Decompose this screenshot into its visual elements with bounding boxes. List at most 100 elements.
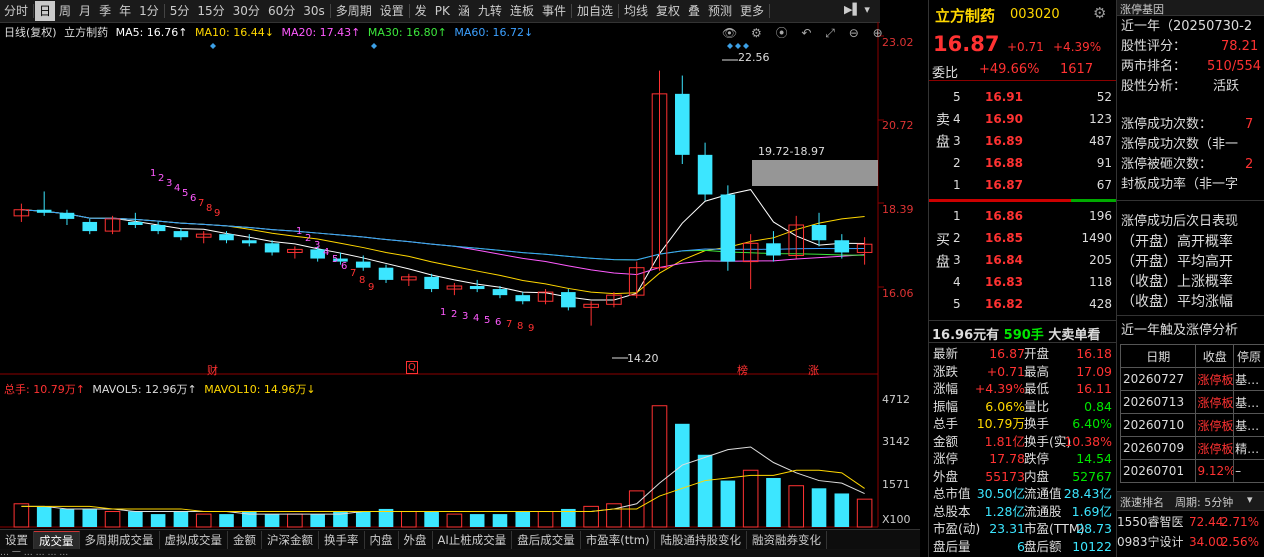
toolbar-item-25[interactable]: 更多 xyxy=(736,1,768,21)
indicator-tab-11[interactable]: 市盈率(ttm) xyxy=(581,531,656,549)
limitup-analysis: 股性分析： 活跃 xyxy=(1121,77,1264,97)
table-header: 收盘 xyxy=(1195,344,1235,368)
indicator-tab-12[interactable]: 陆股通持股变化 xyxy=(655,531,747,549)
toolbar-item-0[interactable]: 分时 xyxy=(0,1,32,21)
order-book-row[interactable]: 1 16.86 196 xyxy=(929,207,1116,225)
toolbar-item-11[interactable]: 30s xyxy=(299,1,329,21)
volume-bar xyxy=(742,469,759,528)
td-seq-number: 2 xyxy=(305,233,312,244)
toolbar-item-7[interactable]: 5分 xyxy=(166,1,194,21)
order-book-row[interactable]: 4 16.90 123 xyxy=(929,110,1116,128)
stat-label: 流通股 xyxy=(1024,503,1062,519)
table-row[interactable]: 20260710 涨停板 基… xyxy=(1119,413,1264,437)
indicator-tab-10[interactable]: 盘后成交量 xyxy=(512,531,581,549)
ma-title: 日线(复权) xyxy=(4,26,57,39)
toolbar-item-17[interactable]: 九转 xyxy=(474,1,506,21)
order-level: 5 xyxy=(953,297,961,311)
indicator-tab-6[interactable]: 换手率 xyxy=(319,531,365,549)
stat-label: 流通值 xyxy=(1024,486,1062,501)
ma20-label: MA20: 17.43↑ xyxy=(281,26,361,39)
toolbar-item-22[interactable]: 复权 xyxy=(652,1,684,21)
order-book-row[interactable]: 3 16.84 205 xyxy=(929,251,1116,269)
stat-label: 最新 xyxy=(933,346,959,361)
candle-body xyxy=(82,221,98,232)
toolbar-item-19[interactable]: 事件 xyxy=(538,1,570,21)
period-toolbar: 分时日周月季年 1分 5分 15分 30分 60分 30s 多周期 设置发 PK 涵九转 连板 事件 加自… xyxy=(0,0,880,23)
indicator-tab-2[interactable]: 多周期成交量 xyxy=(80,531,160,549)
candle-body xyxy=(355,261,371,268)
order-volume: 196 xyxy=(1089,209,1112,223)
volume-bar xyxy=(583,505,599,528)
order-book-row[interactable]: 1 16.87 67 xyxy=(929,176,1116,194)
kline-chart[interactable] xyxy=(0,22,920,532)
table-row[interactable]: 20260709 涨停板 精… xyxy=(1119,436,1264,460)
stat-label: 外盘 xyxy=(933,468,959,484)
candle-body xyxy=(36,209,52,213)
td-seq-number: 3 xyxy=(314,240,321,251)
toolbar-item-21[interactable]: 均线 xyxy=(620,1,652,21)
table-cell: 20260727 xyxy=(1119,367,1197,391)
y-label-2: 20.72 xyxy=(882,119,914,132)
indicator-tab-5[interactable]: 沪深金额 xyxy=(262,531,319,549)
order-book-row[interactable]: 5 16.91 52 xyxy=(929,88,1116,106)
toolbar-item-15[interactable]: PK xyxy=(431,1,454,21)
speed-period[interactable]: 周期: 5分钟 xyxy=(1175,494,1233,510)
toolbar-item-23[interactable]: 叠 xyxy=(684,1,704,21)
toolbar-item-4[interactable]: 季 xyxy=(95,1,115,21)
chart-tools[interactable]: 👁 ⚙ ⦿ ↶ ⤢ ⊖ ⊕ xyxy=(722,24,888,41)
toolbar-item-20[interactable]: 加自选 xyxy=(573,1,617,21)
divider xyxy=(1117,200,1264,201)
indicator-tab-3[interactable]: 虚拟成交量 xyxy=(160,531,228,549)
order-book-row[interactable]: 4 16.83 118 xyxy=(929,273,1116,291)
toolbar-item-24[interactable]: 预测 xyxy=(704,1,736,21)
order-book-row[interactable]: 2 16.85 1490 xyxy=(929,229,1116,247)
order-book-row[interactable]: 2 16.88 91 xyxy=(929,154,1116,172)
table-row[interactable]: 20260701 9.12% – xyxy=(1119,459,1264,483)
broken-value: 2 xyxy=(1245,157,1254,172)
event-diamond xyxy=(727,43,733,49)
order-level: 1 xyxy=(953,178,961,192)
indicator-tabs: 设置 成交量 多周期成交量 虚拟成交量 金额 沪深金额 换手率 内盘 外盘 AI止桩成交量 盘后成交… xyxy=(0,529,920,550)
speed-pct: 2.71% xyxy=(1220,515,1259,529)
toolbar-item-18[interactable]: 连板 xyxy=(506,1,538,21)
toolbar-item-1[interactable]: 日 xyxy=(35,1,56,21)
toolbar-item-2[interactable]: 周 xyxy=(55,1,75,21)
big-order-alert[interactable]: 16.96元有 590手 大卖单看 xyxy=(932,324,1100,343)
speed-row[interactable]: 0983宁设计 34.00 2.56% xyxy=(1117,532,1261,552)
indicator-tab-13[interactable]: 融资融券变化 xyxy=(747,531,827,549)
order-book-row[interactable]: 3 16.89 487 xyxy=(929,132,1116,150)
candle-body xyxy=(241,240,257,244)
toolbar-item-13[interactable]: 设置 xyxy=(376,1,408,21)
toolbar-item-12[interactable]: 多周期 xyxy=(332,1,376,21)
toolbar-item-3[interactable]: 月 xyxy=(75,1,95,21)
toolbar-item-10[interactable]: 60分 xyxy=(264,1,299,21)
order-level: 3 xyxy=(953,134,961,148)
toolbar-arrows[interactable]: ▶▌ ▾ xyxy=(844,3,880,19)
indicator-tab-9[interactable]: AI止桩成交量 xyxy=(433,531,513,549)
td-seq-number: 7 xyxy=(198,198,205,209)
table-row[interactable]: 20260713 涨停板 基… xyxy=(1119,390,1264,414)
event-diamond xyxy=(210,43,216,49)
indicator-tab-7[interactable]: 内盘 xyxy=(365,531,399,549)
stat-value: 52767 xyxy=(1072,468,1112,484)
indicator-tab-1[interactable]: 成交量 xyxy=(34,530,80,550)
toolbar-item-16[interactable]: 涵 xyxy=(454,1,474,21)
speed-row[interactable]: 1550睿智医 72.44 2.71% xyxy=(1117,512,1261,532)
order-book-row[interactable]: 5 16.82 428 xyxy=(929,295,1116,313)
toolbar-item-14[interactable]: 发 xyxy=(411,1,431,21)
indicator-tab-0[interactable]: 设置 xyxy=(0,531,34,549)
quote-stat-row: 总手 10.79万 换手 6.40% xyxy=(929,415,1116,433)
toolbar-item-5[interactable]: 年 xyxy=(115,1,135,21)
volume-bar xyxy=(811,488,827,527)
table-cell: 涨停板 xyxy=(1195,436,1235,460)
toolbar-item-9[interactable]: 30分 xyxy=(229,1,264,21)
gear-icon[interactable]: ⚙ xyxy=(1093,4,1106,22)
toolbar-item-8[interactable]: 15分 xyxy=(193,1,228,21)
ma5-label: MA5: 16.76↑ xyxy=(115,26,188,39)
indicator-tab-4[interactable]: 金额 xyxy=(228,531,262,549)
toolbar-item-6[interactable]: 1分 xyxy=(135,1,163,21)
chevron-down-icon[interactable]: ▾ xyxy=(1247,493,1253,506)
order-level: 1 xyxy=(953,209,961,223)
table-row[interactable]: 20260727 涨停板 基… xyxy=(1119,367,1264,391)
indicator-tab-8[interactable]: 外盘 xyxy=(399,531,433,549)
